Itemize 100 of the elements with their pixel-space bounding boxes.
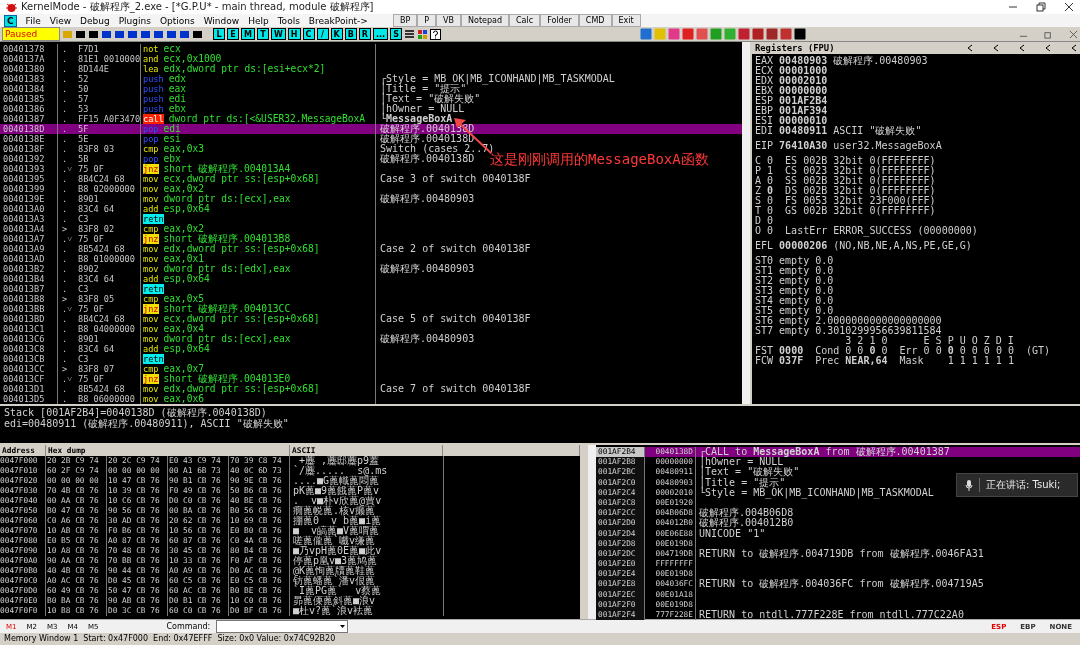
code-row[interactable]: 0040137A . 81E1 0010000 and ecx,0x1000 xyxy=(0,54,380,65)
code-row[interactable]: 004013B7 . C3 retn xyxy=(0,284,380,295)
tool-button[interactable]: P xyxy=(417,14,437,28)
jump-mark: . xyxy=(57,254,78,265)
restore-icon[interactable] xyxy=(1044,29,1053,39)
chevron-left-icon[interactable] xyxy=(1019,44,1025,53)
menu-item[interactable]: Window xyxy=(203,15,240,26)
hex-text: C3 xyxy=(78,214,90,225)
hex-text: 8B5424 68 xyxy=(78,384,126,395)
toolbar-button[interactable]: E xyxy=(227,28,239,41)
code-row[interactable]: 004013D5 . B8 06000000 mov eax,0x6 xyxy=(0,394,380,405)
tool-button[interactable]: Notepad xyxy=(461,14,509,28)
hex-text: 75 0F xyxy=(78,374,105,385)
tool-button[interactable]: CMD xyxy=(578,14,612,28)
code-row[interactable]: 0040138E . 5E pop esi 破解程序.0040138D xyxy=(0,134,475,145)
chevron-left-icon[interactable] xyxy=(1045,44,1051,53)
code-row[interactable]: 004013BD . 8B4C24 68 mov ecx,dword ptr ss:[esp+0x68] Case 5 of switch 0040138F xyxy=(0,314,531,325)
jump-mark: . xyxy=(57,54,78,65)
code-row[interactable]: 004013D1 . 8B5424 68 mov edx,dword ptr ss:[esp+0x68] Case 7 of switch 0040138F xyxy=(0,384,531,395)
list-icon[interactable] xyxy=(404,28,416,40)
comment-text: Case 7 of switch 0040138F xyxy=(380,383,531,395)
toolbar-button[interactable]: S xyxy=(390,28,403,41)
register-line: ECX 00001000 xyxy=(755,66,829,77)
operand-text: eax,0x7 xyxy=(163,363,204,375)
menu-item[interactable]: Plugins xyxy=(118,15,151,26)
operand-text: dword ptr ds:[<&USER32.MessageBoxA xyxy=(168,113,366,125)
code-row[interactable]: 00401395 . 8B4C24 68 mov ecx,dword ptr ss:[esp+0x68] Case 3 of switch 0040138F xyxy=(0,174,531,185)
menu-item[interactable]: File xyxy=(25,15,41,26)
jump-mark: . xyxy=(57,184,78,195)
chevron-left-icon[interactable] xyxy=(993,44,999,53)
address-text: 004013B7 xyxy=(2,284,46,295)
tool-button[interactable]: Exit xyxy=(611,14,641,28)
register-line: EBX 00000000 xyxy=(755,86,829,97)
menu-item[interactable]: Tools xyxy=(277,15,300,26)
menu-item[interactable]: Options xyxy=(159,15,195,26)
toolbar-button[interactable]: M xyxy=(241,28,255,41)
app-menu-button[interactable]: C xyxy=(4,14,17,27)
mnemonic-text: mov xyxy=(143,174,159,185)
menu-item[interactable]: Help xyxy=(248,15,269,26)
code-row[interactable]: 004013A7 .˅ 75 0F jnz short 破解程序.004013B8 xyxy=(0,234,380,245)
toolbar-button[interactable]: C xyxy=(302,28,315,41)
code-row[interactable]: 004013BB .˅ 75 0F jnz short 破解程序.004013CC xyxy=(0,304,380,315)
hex-text: C3 xyxy=(78,354,90,365)
code-row[interactable]: 004013C6 . 8901 mov dword ptr ds:[ecx],eax 破解程序.00480903 xyxy=(0,334,475,345)
toolbar-button[interactable]: H xyxy=(287,28,301,41)
restore-icon[interactable] xyxy=(1036,2,1046,12)
menu-item[interactable]: View xyxy=(49,15,72,26)
mnemonic-text: push xyxy=(143,94,164,105)
code-row[interactable]: 0040139E . 8901 mov dword ptr ds:[ecx],eax 破解程序.00480903 xyxy=(0,194,475,205)
ascii-text: ■ v皜蓖■V蓖喟蓖 xyxy=(290,526,444,536)
code-row[interactable]: 004013AD . B8 01000000 mov eax,0x1 xyxy=(0,254,380,265)
dropdown-icon[interactable] xyxy=(338,622,348,631)
chevron-left-icon[interactable] xyxy=(967,44,973,53)
hex-text: 75 0F xyxy=(78,164,105,175)
menu-item[interactable]: Debug xyxy=(80,15,110,26)
code-row[interactable]: 00401393 .˅ 75 0F jnz short 破解程序.004013A4 xyxy=(0,164,380,175)
tool-button[interactable]: Calc xyxy=(509,14,541,28)
toolbar-button[interactable]: W xyxy=(270,28,286,41)
code-row[interactable]: 0040138D . 5F pop edi 破解程序.0040138D xyxy=(0,124,742,135)
code-row[interactable]: 004013C1 . B8 04000000 mov eax,0x4 xyxy=(0,324,380,335)
menu-item[interactable]: BreakPoint-> xyxy=(308,15,368,26)
jump-mark: . xyxy=(57,194,78,205)
help-icon[interactable] xyxy=(430,28,442,40)
address-text: 0040138F xyxy=(2,144,46,155)
code-row[interactable]: 00401378 . F7D1 not ecx xyxy=(0,44,380,55)
tool-button[interactable]: Folder xyxy=(540,14,579,28)
tool-button[interactable]: VB xyxy=(436,14,461,28)
register-line: T 0 GS 002B 32bit 0(FFFFFFFF) xyxy=(755,206,937,217)
address-text: 004013C6 xyxy=(2,334,46,345)
toolbar-button[interactable]: ... xyxy=(373,28,389,41)
code-row[interactable]: 004013A9 . 8B5424 68 mov edx,dword ptr ss:[esp+0x68] Case 2 of switch 0040138F xyxy=(0,244,531,255)
code-row[interactable]: 004013CF .˅ 75 0F jnz short 破解程序.004013E0 xyxy=(0,374,380,385)
mnemonic-text: retn xyxy=(143,214,164,225)
comment-text: 破解程序.004012B0 xyxy=(699,517,794,529)
hex-text: 8902 xyxy=(78,264,100,275)
code-row[interactable]: 004013A3 . C3 retn xyxy=(0,214,380,225)
tool-button[interactable]: BP xyxy=(392,14,418,28)
jump-mark: .˅ xyxy=(57,234,78,245)
toolbar-button[interactable]: R xyxy=(358,28,371,41)
command-field[interactable] xyxy=(216,620,349,633)
toolbar-button[interactable]: L xyxy=(213,28,225,41)
chevron-left-icon[interactable] xyxy=(1071,44,1077,53)
jump-mark: . xyxy=(57,284,78,295)
toolbar-button[interactable]: B xyxy=(344,28,357,41)
register-line: ST3 empty 0.0 xyxy=(755,286,835,297)
toolbar-button[interactable]: / xyxy=(316,28,329,41)
code-row[interactable]: 004013B2 . 8902 mov dword ptr ds:[edx],eax 破解程序.00480903 xyxy=(0,264,475,275)
jump-mark: . xyxy=(57,274,78,285)
toolbar-button[interactable]: K xyxy=(330,28,343,41)
jump-mark: . xyxy=(57,394,78,405)
mnemonic-text: mov xyxy=(143,194,159,205)
operand-text: edx,dword ptr ds:[esi+ecx*2] xyxy=(163,63,326,75)
ascii-text: pK蓖■9蓖餓蓖P蓖v xyxy=(290,486,444,496)
code-row[interactable]: 00401399 . B8 02000000 mov eax,0x2 xyxy=(0,184,380,195)
ascii-text: 昴蓖傈蓖斜蓖■浪v xyxy=(290,596,444,606)
address-text: 004013D1 xyxy=(2,384,46,395)
grid-icon[interactable] xyxy=(417,28,429,40)
code-row[interactable]: 004013CB . C3 retn xyxy=(0,354,380,365)
toolbar-button[interactable]: T xyxy=(256,28,269,41)
code-row[interactable]: 00401380 . 8D144E lea edx,dword ptr ds:[esi+ecx*2] xyxy=(0,64,380,75)
